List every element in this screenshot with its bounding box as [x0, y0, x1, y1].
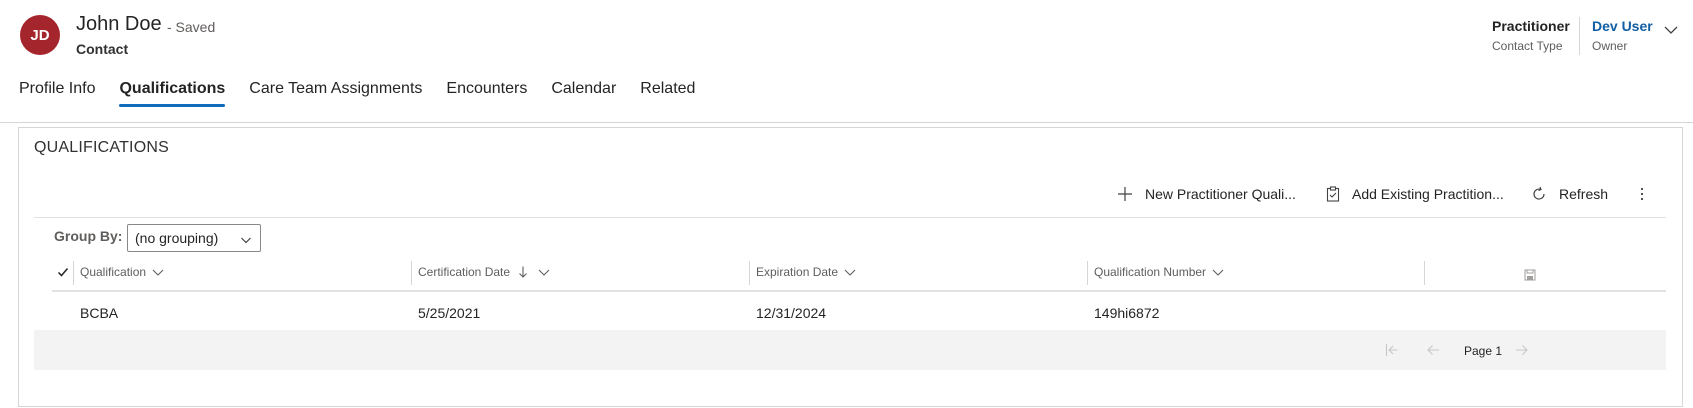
column-divider [1087, 261, 1088, 285]
column-divider [749, 261, 750, 285]
record-header: JD John Doe - Saved Contact Practitioner… [0, 0, 1693, 123]
header-field-owner: Dev User Owner [1592, 18, 1653, 53]
chevron-down-icon[interactable] [1663, 22, 1679, 43]
group-by-label: Group By: [54, 228, 123, 244]
next-page-icon[interactable] [1515, 343, 1529, 362]
column-header-certification-date[interactable]: Certification Date [418, 264, 550, 280]
group-by-select[interactable]: (no grouping) [127, 224, 261, 252]
header-field-contact-type: Practitioner Contact Type [1492, 18, 1570, 53]
tab-encounters[interactable]: Encounters [446, 80, 527, 110]
column-label: Qualification Number [1094, 265, 1207, 279]
header-divider [1579, 17, 1580, 55]
chevron-down-icon [1212, 269, 1224, 276]
add-existing-practitioner-button[interactable]: Add Existing Practition... [1326, 186, 1504, 202]
chevron-down-icon [538, 269, 550, 276]
contact-type-label: Contact Type [1492, 39, 1563, 53]
select-all-checkmark-icon[interactable] [57, 264, 69, 280]
tab-care-team-assignments[interactable]: Care Team Assignments [249, 80, 422, 110]
add-existing-label: Add Existing Practition... [1352, 186, 1504, 202]
tab-calendar[interactable]: Calendar [551, 80, 616, 110]
new-practitioner-qualification-button[interactable]: New Practitioner Quali... [1117, 186, 1296, 202]
contact-type-value: Practitioner [1492, 18, 1570, 34]
refresh-label: Refresh [1559, 186, 1609, 202]
owner-link[interactable]: Dev User [1592, 18, 1653, 34]
cell-qualification[interactable]: BCBA [80, 305, 118, 321]
owner-label: Owner [1592, 39, 1628, 53]
save-icon[interactable] [1524, 267, 1536, 283]
chevron-down-icon [844, 269, 856, 276]
column-label: Qualification [80, 265, 147, 279]
cell-expiration-date: 12/31/2024 [756, 305, 827, 321]
column-header-qualification-number[interactable]: Qualification Number [1094, 264, 1224, 280]
column-header-qualification[interactable]: Qualification [80, 264, 164, 280]
group-by-value: (no grouping) [135, 230, 219, 246]
tab-qualifications[interactable]: Qualifications [119, 80, 225, 110]
qualifications-section: QUALIFICATIONS New Practitioner Quali...… [18, 127, 1683, 407]
chevron-down-icon [152, 269, 164, 276]
refresh-icon [1533, 186, 1545, 200]
pager-bar: Page 1 [34, 330, 1666, 370]
plus-icon [1118, 187, 1132, 201]
save-status: - Saved [167, 19, 216, 35]
column-label: Certification Date [418, 265, 511, 279]
cell-certification-date: 5/25/2021 [418, 305, 481, 321]
cell-qualification-number: 149hi6872 [1094, 305, 1160, 321]
chevron-down-icon [241, 237, 251, 244]
new-button-label: New Practitioner Quali... [1145, 186, 1296, 202]
column-header-expiration-date[interactable]: Expiration Date [756, 264, 856, 280]
more-vertical-icon[interactable] [1639, 186, 1657, 202]
column-label: Expiration Date [756, 265, 839, 279]
column-divider [73, 261, 74, 285]
tab-related[interactable]: Related [640, 80, 695, 110]
tab-profile-info[interactable]: Profile Info [19, 80, 95, 110]
previous-page-icon[interactable] [1426, 343, 1440, 362]
clipboard-icon [1326, 186, 1340, 202]
column-divider [1424, 261, 1425, 285]
record-name: John Doe [76, 13, 162, 35]
entity-type: Contact [76, 41, 129, 57]
header-divider-line [52, 290, 1666, 292]
first-page-icon[interactable] [1385, 343, 1399, 362]
column-divider [411, 261, 412, 285]
refresh-button[interactable]: Refresh [1531, 186, 1608, 202]
section-title: QUALIFICATIONS [34, 139, 169, 156]
avatar: JD [20, 15, 60, 55]
command-bar-divider [34, 217, 1666, 218]
tab-bar: Profile Info Qualifications Care Team As… [19, 80, 719, 110]
sort-descending-icon [519, 266, 527, 278]
page-indicator: Page 1 [1464, 344, 1503, 358]
